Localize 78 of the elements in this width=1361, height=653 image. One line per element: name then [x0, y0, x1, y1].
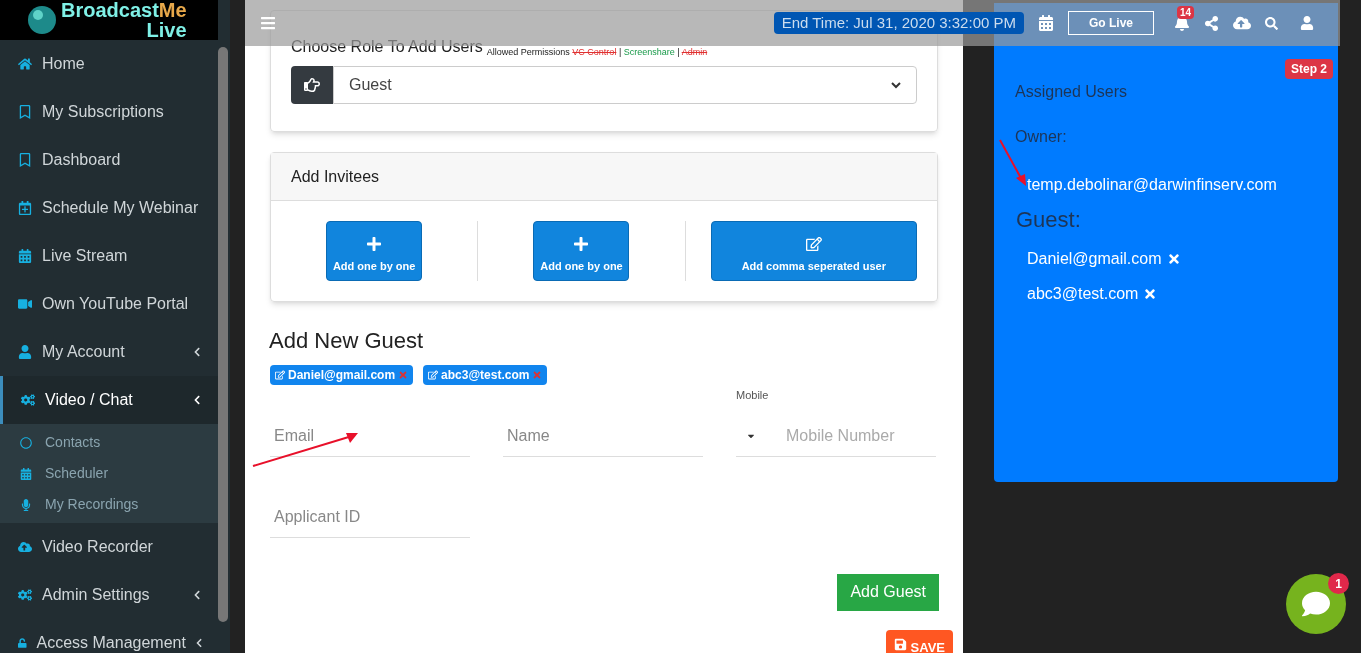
sidebar-item[interactable]: Access Management	[0, 619, 218, 653]
microphone-icon	[20, 498, 32, 511]
guest-tag[interactable]: Daniel@gmail.com	[270, 365, 414, 385]
sidebar-item[interactable]: Live Stream	[0, 232, 218, 280]
video-camera-icon	[18, 297, 32, 311]
gears-icon	[18, 588, 32, 602]
chevron-down-icon	[891, 81, 901, 89]
logo-text: BroadcastMe	[61, 0, 187, 20]
input-field[interactable]: Name	[503, 415, 703, 457]
scrollbar[interactable]	[218, 47, 228, 622]
field-label: Mobile	[736, 388, 770, 403]
calendar-icon	[20, 467, 32, 480]
close-icon[interactable]	[1143, 287, 1158, 301]
home-icon	[18, 57, 32, 71]
cloud-upload-icon	[18, 540, 32, 554]
section-title: Add New Guest	[269, 327, 425, 355]
card-title: Add Invitees	[291, 166, 380, 187]
logo-subtext: Live	[146, 20, 187, 40]
sidebar-item[interactable]: My Subscriptions	[0, 88, 218, 136]
sidebar-item[interactable]: Video / Chat	[0, 376, 218, 424]
bookmark-icon	[18, 105, 32, 119]
sidebar-item[interactable]: Video Recorder	[0, 523, 218, 571]
edit-icon	[275, 370, 285, 380]
owner-email: temp.debolinar@darwinfinserv.com	[1027, 175, 1278, 195]
sidebar-subitem[interactable]: Contacts	[0, 427, 218, 458]
sidebar-item[interactable]: My Account	[0, 328, 218, 376]
edit-icon	[805, 236, 822, 252]
input-field[interactable]: Applicant ID	[270, 496, 470, 538]
sidebar-item[interactable]: Schedule My Webinar	[0, 184, 218, 232]
card-title: Choose Role To Add Users	[291, 37, 483, 57]
bookmark-icon	[18, 153, 32, 167]
sidebar-item[interactable]: Own YouTube Portal	[0, 280, 218, 328]
cloud-upload-icon[interactable]	[1233, 14, 1251, 32]
permissions-label: Allowed Permissions	[486, 46, 570, 57]
search-icon[interactable]	[1265, 16, 1278, 30]
user-icon	[18, 345, 32, 359]
close-icon	[398, 370, 409, 380]
owner-label: Owner:	[1015, 127, 1068, 147]
chat-bubble-icon	[1302, 590, 1330, 618]
globe-logo-icon	[27, 5, 57, 35]
notification-badge: 14	[1177, 6, 1195, 19]
calendar-icon	[18, 249, 32, 263]
permission-label: Screenshare	[623, 46, 675, 57]
guest-tag[interactable]: abc3@test.com	[423, 365, 548, 385]
sidebar-item[interactable]: Home	[0, 40, 218, 88]
plus-icon	[366, 236, 383, 252]
close-icon[interactable]	[1166, 252, 1181, 266]
menu-icon[interactable]	[260, 15, 276, 31]
permission-label: VC Control	[572, 46, 617, 57]
chat-badge: 1	[1328, 573, 1349, 594]
unlock-icon	[18, 636, 27, 650]
user-icon[interactable]	[1300, 16, 1314, 30]
permission-label: Admin	[681, 46, 708, 57]
role-select[interactable]: Guest	[333, 66, 917, 104]
add-invitees-button[interactable]: Add one by one	[533, 221, 630, 281]
chat-button[interactable]	[1286, 574, 1346, 634]
edit-icon	[428, 370, 439, 380]
separator: |	[618, 46, 622, 57]
separator: |	[677, 46, 680, 57]
calendar-icon[interactable]	[1038, 15, 1054, 31]
hand-pointer-icon	[304, 77, 320, 93]
end-time-badge: End Time: Jul 31, 2020 3:32:00 PM	[773, 11, 1024, 35]
guest-entry: Daniel@gmail.com	[1027, 247, 1317, 271]
sidebar-subitem[interactable]: Scheduler	[0, 458, 218, 489]
close-icon	[532, 370, 543, 380]
panel-title: Assigned Users	[1015, 82, 1129, 102]
add-invitees-button[interactable]: Add one by one	[326, 221, 423, 281]
add-invitees-button[interactable]: Add comma seperated user	[710, 221, 917, 281]
guest-label: Guest:	[1016, 206, 1082, 234]
gears-icon	[21, 393, 35, 407]
sidebar-item[interactable]: Dashboard	[0, 136, 218, 184]
plus-icon	[573, 236, 590, 252]
step-badge: Step 2	[1285, 59, 1333, 79]
guest-entry: abc3@test.com	[1027, 282, 1317, 306]
sidebar-subitem[interactable]: My Recordings	[0, 489, 218, 520]
sidebar-item[interactable]: Admin Settings	[0, 571, 218, 619]
calendar-plus-icon	[18, 201, 32, 215]
share-icon[interactable]	[1204, 15, 1219, 31]
